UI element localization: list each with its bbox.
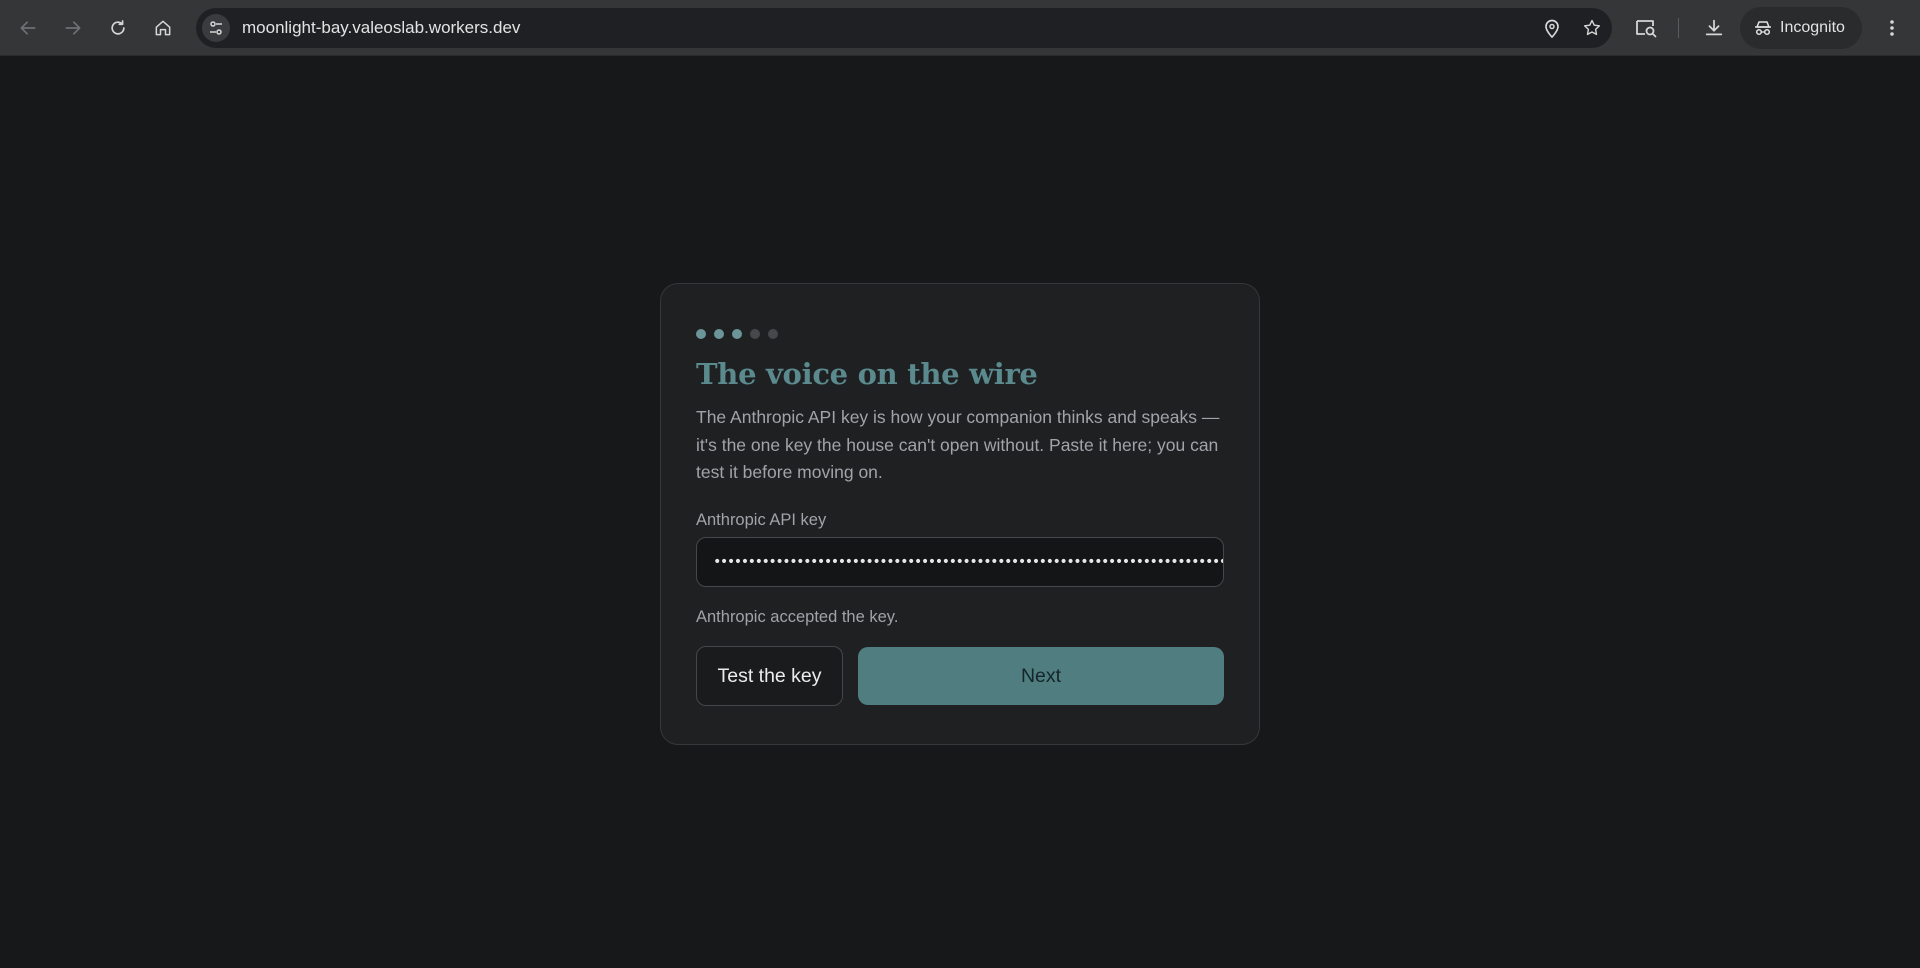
address-bar[interactable]: moonlight-bay.valeoslab.workers.dev — [196, 8, 1612, 48]
status-message: Anthropic accepted the key. — [696, 608, 899, 626]
site-info-button[interactable] — [202, 14, 230, 42]
step-progress — [696, 329, 778, 339]
step-dot — [732, 329, 742, 339]
download-button[interactable] — [1700, 14, 1728, 42]
home-button[interactable] — [145, 10, 181, 46]
step-dot — [714, 329, 724, 339]
bookmark-button[interactable] — [1580, 16, 1604, 40]
step-dot — [768, 329, 778, 339]
toolbar-divider — [1678, 18, 1679, 38]
lens-search-icon — [1636, 20, 1657, 38]
step-dot — [750, 329, 760, 339]
test-key-button[interactable]: Test the key — [696, 646, 843, 706]
location-button[interactable] — [1540, 16, 1564, 40]
api-key-label: Anthropic API key — [696, 511, 827, 529]
tune-icon — [210, 21, 222, 35]
forward-button[interactable] — [55, 10, 91, 46]
reload-icon — [111, 20, 125, 35]
lens-search-button[interactable] — [1632, 14, 1660, 42]
reload-button[interactable] — [100, 10, 136, 46]
next-button[interactable]: Next — [858, 647, 1224, 705]
incognito-label: Incognito — [1780, 19, 1845, 36]
incognito-button[interactable]: Incognito — [1740, 7, 1862, 49]
browser-toolbar: moonlight-bay.valeoslab.workers.dev Inco… — [0, 0, 1920, 56]
arrow-left-icon — [20, 21, 36, 35]
location-pin-icon — [1545, 19, 1559, 38]
incognito-icon — [1755, 21, 1771, 36]
api-key-input[interactable]: ••••••••••••••••••••••••••••••••••••••••… — [696, 537, 1224, 587]
step-description: The Anthropic API key is how your compan… — [696, 407, 1220, 482]
download-icon — [1705, 19, 1723, 36]
step-dot — [696, 329, 706, 339]
star-icon — [1583, 19, 1601, 36]
step-title: The voice on the wire — [696, 357, 1038, 391]
browser-menu-button[interactable] — [1878, 14, 1906, 42]
kebab-menu-icon — [1890, 20, 1894, 36]
arrow-right-icon — [65, 21, 81, 35]
back-button[interactable] — [10, 10, 46, 46]
home-icon — [155, 20, 171, 36]
url-text[interactable]: moonlight-bay.valeoslab.workers.dev — [242, 18, 520, 38]
setup-card: The voice on the wire The Anthropic API … — [660, 283, 1260, 745]
